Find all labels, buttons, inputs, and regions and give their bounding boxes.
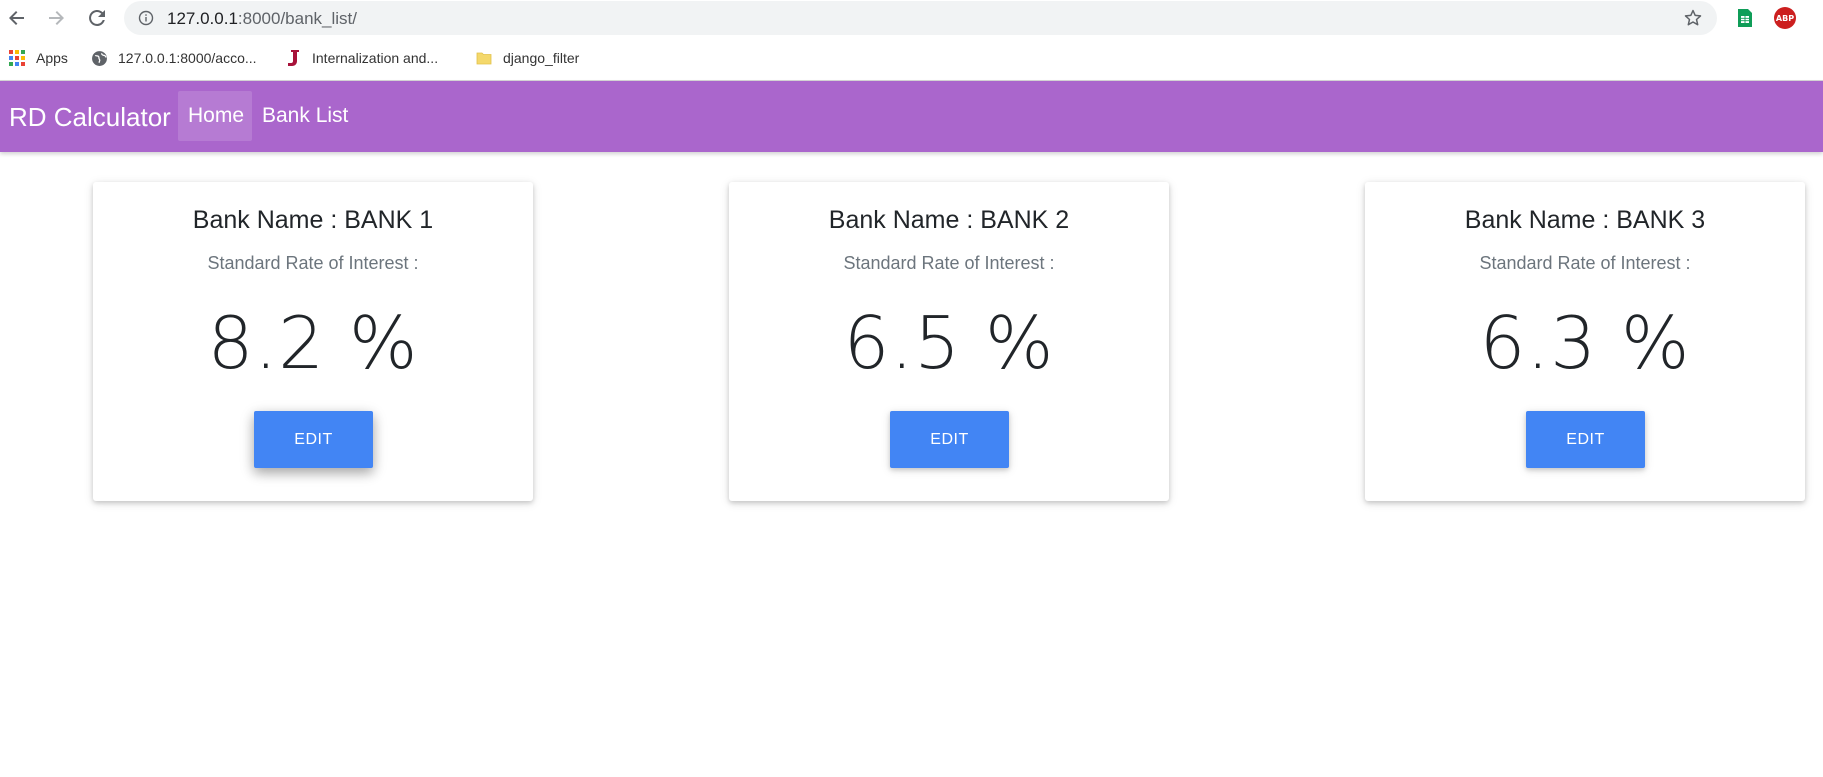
edit-button[interactable]: EDIT (254, 411, 373, 468)
app-navbar: RD Calculator Home Bank List (0, 81, 1823, 152)
bookmark-account[interactable]: 127.0.0.1:8000/acco... (90, 47, 257, 69)
sheets-extension-icon[interactable] (1733, 6, 1757, 30)
url-text[interactable]: 127.0.0.1:8000/bank_list/ (167, 9, 357, 29)
globe-icon (90, 49, 108, 67)
adblock-plus-extension-icon[interactable]: ABP (1773, 6, 1797, 30)
bookmark-star-icon[interactable] (1683, 8, 1703, 28)
rate-label: Standard Rate of Interest : (207, 253, 419, 273)
edit-button[interactable]: EDIT (890, 411, 1009, 468)
abp-badge-label: ABP (1774, 7, 1796, 29)
url-path: :8000/bank_list/ (237, 9, 357, 28)
bank-name: Bank Name : BANK 2 (828, 206, 1070, 234)
bookmark-internalization[interactable]: Internalization and... (284, 47, 438, 69)
address-bar[interactable]: 127.0.0.1:8000/bank_list/ (124, 1, 1717, 35)
rate-label: Standard Rate of Interest : (843, 253, 1055, 273)
bank-name: Bank Name : BANK 3 (1464, 206, 1706, 234)
bank-card: Bank Name : BANK 3 Standard Rate of Inte… (1365, 182, 1805, 501)
bookmarks-bar: Apps 127.0.0.1:8000/acco... Internalizat… (0, 42, 1823, 74)
url-host: 127.0.0.1 (167, 9, 238, 28)
interest-rate: 6.5 % (843, 301, 1055, 385)
bookmark-label: 127.0.0.1:8000/acco... (118, 50, 257, 66)
bank-name: Bank Name : BANK 1 (192, 206, 434, 234)
back-arrow-icon[interactable] (3, 4, 31, 32)
apps-grid-icon (8, 49, 26, 67)
site-info-icon[interactable] (138, 10, 154, 26)
folder-icon (475, 49, 493, 67)
bookmark-label: Internalization and... (312, 50, 439, 66)
bookmark-label: django_filter (503, 50, 580, 66)
interest-rate: 8.2 % (207, 301, 419, 385)
bookmark-django-filter[interactable]: django_filter (475, 47, 579, 69)
interest-rate: 6.3 % (1479, 301, 1691, 385)
j-logo-icon (284, 49, 302, 67)
bank-card: Bank Name : BANK 2 Standard Rate of Inte… (729, 182, 1169, 501)
brand-link[interactable]: RD Calculator (9, 102, 171, 133)
bank-card: Bank Name : BANK 1 Standard Rate of Inte… (93, 182, 533, 501)
rate-label: Standard Rate of Interest : (1479, 253, 1691, 273)
edit-button[interactable]: EDIT (1526, 411, 1645, 468)
nav-link-bank-list[interactable]: Bank List (252, 91, 358, 141)
browser-toolbar: 127.0.0.1:8000/bank_list/ ABP (0, 0, 1823, 36)
nav-link-home[interactable]: Home (178, 91, 252, 141)
reload-icon[interactable] (83, 4, 111, 32)
forward-arrow-icon[interactable] (42, 4, 70, 32)
bookmark-label: Apps (36, 50, 68, 66)
bookmark-apps[interactable]: Apps (8, 47, 68, 69)
